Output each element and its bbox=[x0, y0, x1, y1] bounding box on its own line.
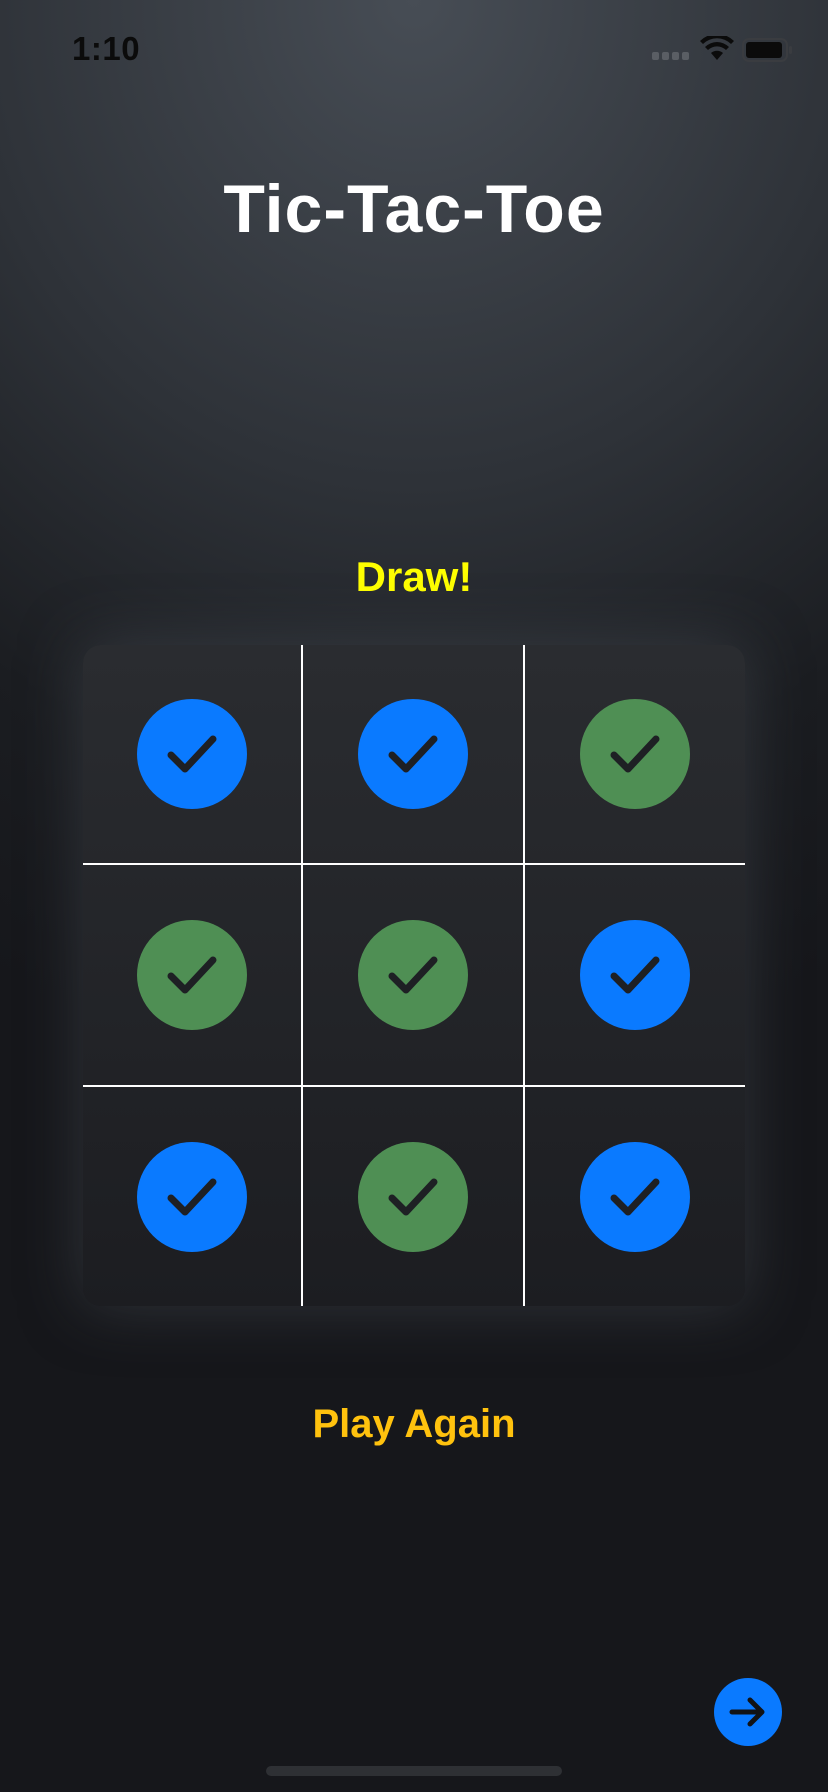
game-board bbox=[83, 645, 745, 1306]
wifi-icon bbox=[700, 36, 734, 60]
player-green-mark bbox=[358, 1141, 468, 1252]
battery-icon bbox=[742, 38, 792, 62]
home-indicator bbox=[266, 1766, 562, 1776]
checkmark-icon bbox=[388, 1178, 438, 1215]
play-again-button[interactable]: Play Again bbox=[0, 1402, 828, 1447]
board-cell[interactable] bbox=[83, 1087, 303, 1306]
board-cell[interactable] bbox=[525, 645, 745, 865]
checkmark-icon bbox=[388, 956, 438, 994]
checkmark-icon bbox=[388, 735, 438, 773]
player-blue-mark bbox=[580, 1141, 690, 1252]
board-cell[interactable] bbox=[303, 865, 525, 1087]
checkmark-icon bbox=[610, 956, 660, 994]
player-green-mark bbox=[580, 699, 690, 809]
board-cell[interactable] bbox=[525, 1087, 745, 1306]
player-green-mark bbox=[137, 920, 247, 1030]
status-bar: 1:10 bbox=[0, 0, 828, 100]
player-blue-mark bbox=[137, 1141, 247, 1252]
player-green-mark bbox=[358, 920, 468, 1030]
player-blue-mark bbox=[358, 699, 468, 809]
checkmark-icon bbox=[167, 956, 217, 994]
player-blue-mark bbox=[137, 699, 247, 809]
board-cell[interactable] bbox=[303, 1087, 525, 1306]
board-cell[interactable] bbox=[303, 645, 525, 865]
game-status-label: Draw! bbox=[355, 553, 473, 600]
signal-icon bbox=[652, 52, 690, 60]
checkmark-icon bbox=[167, 735, 217, 773]
arrow-right-icon bbox=[729, 1697, 765, 1727]
checkmark-icon bbox=[610, 1178, 660, 1215]
board-cell[interactable] bbox=[83, 865, 303, 1087]
board-cell[interactable] bbox=[525, 865, 745, 1087]
page-title: Tic-Tac-Toe bbox=[223, 171, 605, 247]
player-blue-mark bbox=[580, 920, 690, 1030]
status-time: 1:10 bbox=[72, 30, 141, 67]
checkmark-icon bbox=[167, 1178, 217, 1215]
next-button[interactable] bbox=[714, 1678, 782, 1746]
checkmark-icon bbox=[610, 735, 660, 773]
board-cell[interactable] bbox=[83, 645, 303, 865]
